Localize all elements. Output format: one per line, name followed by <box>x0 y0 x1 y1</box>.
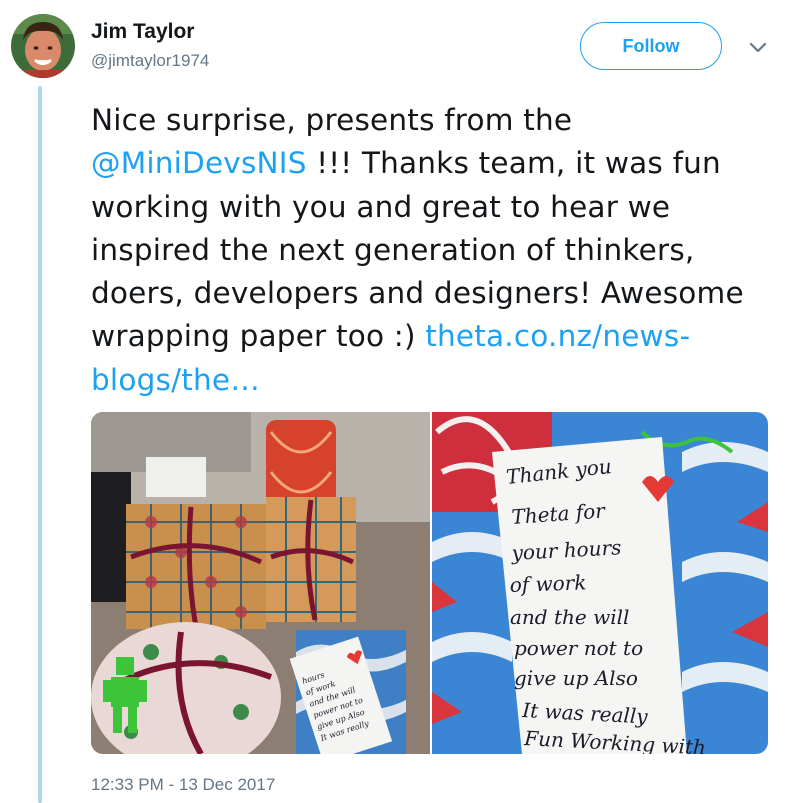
chevron-down-icon[interactable] <box>747 36 769 58</box>
svg-text:give up Also: give up Also <box>514 666 638 690</box>
tweet-timestamp[interactable]: 12:33 PM - 13 Dec 2017 <box>91 775 275 795</box>
tweet-text-part-1: Nice surprise, presents from the <box>91 103 573 137</box>
thread-connector-line <box>38 86 42 803</box>
follow-button[interactable]: Follow <box>580 22 722 70</box>
photo-gifts[interactable]: hours of work and the will power not to gi… <box>91 412 430 754</box>
svg-text:and the will: and the will <box>510 605 629 629</box>
photo-thank-you-card[interactable]: Thank you Theta for your hours of work a… <box>432 412 768 754</box>
avatar[interactable] <box>11 14 75 78</box>
mention-link[interactable]: @MiniDevsNIS <box>91 146 307 180</box>
svg-text:power not to: power not to <box>514 636 643 660</box>
svg-text:of work: of work <box>509 570 586 597</box>
tweet-text: Nice surprise, presents from the @MiniDev… <box>91 99 771 402</box>
author-handle[interactable]: @jimtaylor1974 <box>91 51 209 71</box>
author-name[interactable]: Jim Taylor <box>91 20 194 44</box>
tweet-media: hours of work and the will power not to gi… <box>91 412 768 754</box>
